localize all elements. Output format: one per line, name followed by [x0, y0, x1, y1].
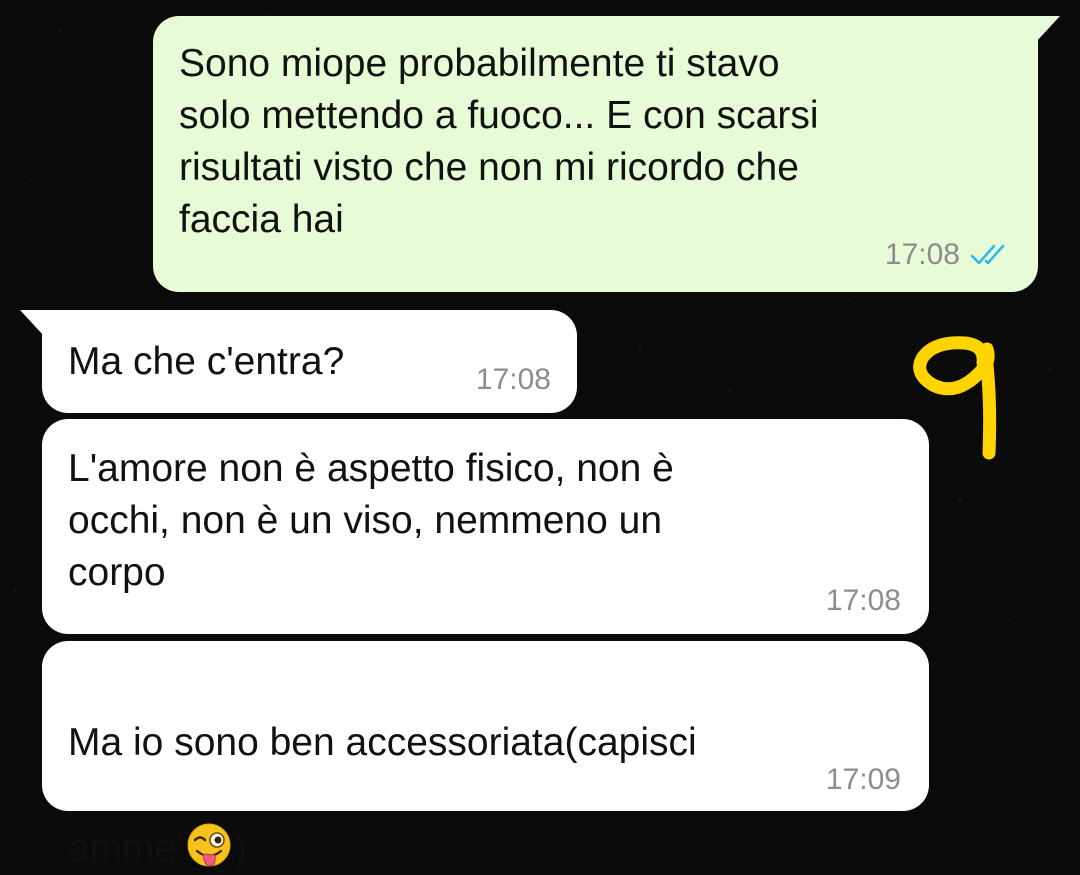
message-line: Ma io sono ben accessoriata(capisci	[68, 721, 697, 764]
bubble-tail	[20, 310, 44, 336]
message-time: 17:08	[475, 363, 551, 396]
incoming-message-bubble[interactable]: Ma io sono ben accessoriata(capisci amme…	[42, 641, 929, 870]
message-meta: 17:08	[476, 363, 551, 397]
message-time: 17:09	[825, 763, 901, 796]
message-line: )	[233, 827, 247, 870]
message-text: L'amore non è aspetto fisico, non è occh…	[68, 447, 674, 594]
message-time: 17:08	[825, 584, 901, 617]
message-time: 17:08	[884, 238, 960, 271]
winking-face-with-tongue-icon	[187, 823, 231, 867]
message-meta: 17:08	[826, 584, 901, 618]
message-text: Sono miope probabilmente ti stavo solo m…	[179, 42, 819, 241]
bubble-tail	[1036, 16, 1060, 42]
yellow-nine-doodle-icon	[913, 336, 997, 460]
message-line: amme'	[68, 827, 184, 870]
message-meta: 17:09	[826, 763, 901, 797]
incoming-message-bubble[interactable]: Ma che c'entra? 17:08	[20, 310, 577, 413]
message-text: Ma che c'entra?	[68, 340, 345, 383]
message-meta: 17:08	[885, 238, 1014, 272]
double-check-read-icon	[970, 244, 1005, 265]
outgoing-message-bubble[interactable]: Sono miope probabilmente ti stavo solo m…	[153, 16, 1060, 292]
incoming-message-bubble[interactable]: L'amore non è aspetto fisico, non è occh…	[42, 419, 929, 634]
message-text: Ma io sono ben accessoriata(capisci amme…	[68, 665, 697, 875]
